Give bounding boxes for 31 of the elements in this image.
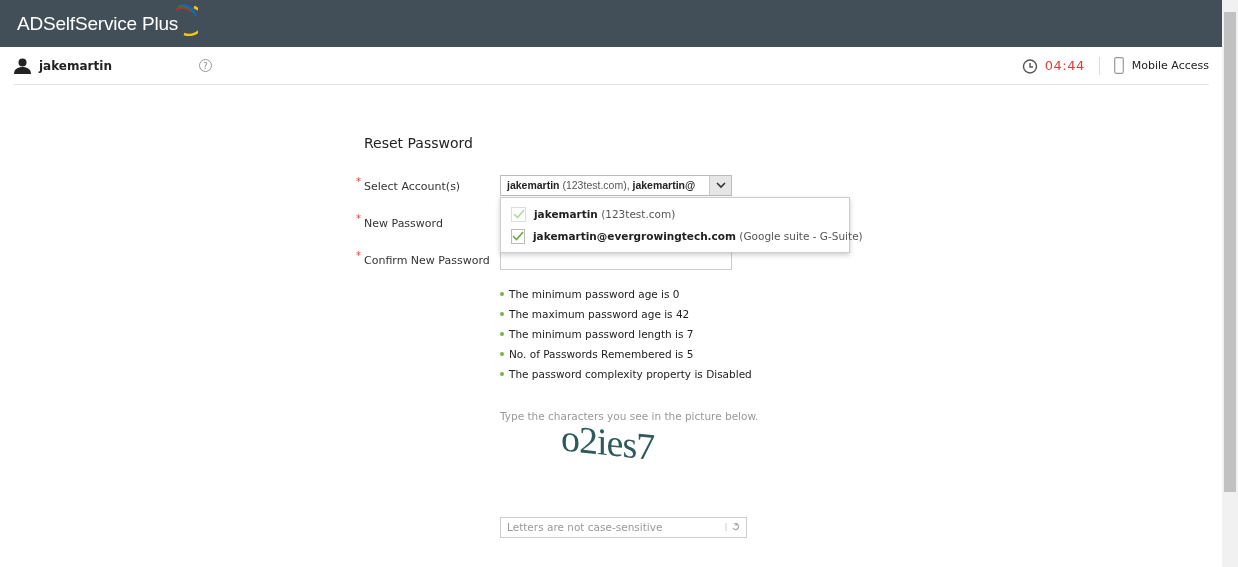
policy-rule: The minimum password length is 7 — [509, 328, 694, 340]
policy-rule: The maximum password age is 42 — [509, 308, 690, 320]
chevron-down-icon — [715, 182, 726, 189]
account-option[interactable]: jakemartin@evergrowingtech.com (Google suite - G-Suite) — [533, 230, 863, 242]
policy-rule: No. of Passwords Remembered is 5 — [509, 348, 694, 360]
bullet-icon — [500, 352, 504, 356]
field-label: Confirm New Password — [364, 254, 490, 267]
scrollbar[interactable] — [1222, 0, 1238, 567]
policy-rule: The password complexity property is Disabled — [509, 368, 752, 380]
required-marker: * — [356, 250, 362, 263]
phone-icon — [1113, 57, 1124, 74]
bullet-icon — [500, 312, 504, 316]
user-icon — [14, 57, 31, 74]
clock-icon — [1021, 57, 1038, 74]
checkbox[interactable] — [511, 228, 525, 244]
field-label: New Password — [364, 217, 443, 230]
bullet-icon — [500, 372, 504, 376]
session-timer: 04:44 — [1044, 58, 1085, 73]
logo: ADSelfService Plus — [17, 12, 179, 35]
policy-rule: The minimum password age is 0 — [509, 288, 680, 300]
required-marker: * — [356, 213, 362, 226]
captcha-field[interactable]: Letters are not case-sensitive — [500, 516, 747, 538]
account-select[interactable]: jakemartin (123test.com), jakemartin@ — [500, 175, 732, 196]
username: jakemartin — [39, 58, 113, 73]
mobile-access-link[interactable]: Mobile Access — [1131, 59, 1209, 72]
page-title: Reset Password — [364, 135, 474, 151]
captcha-hint: Type the characters you see in the picture below. — [500, 410, 760, 422]
bullet-icon — [500, 292, 504, 296]
required-marker: * — [356, 176, 362, 189]
field-label: Select Account(s) — [364, 180, 461, 193]
bullet-icon — [500, 332, 504, 336]
